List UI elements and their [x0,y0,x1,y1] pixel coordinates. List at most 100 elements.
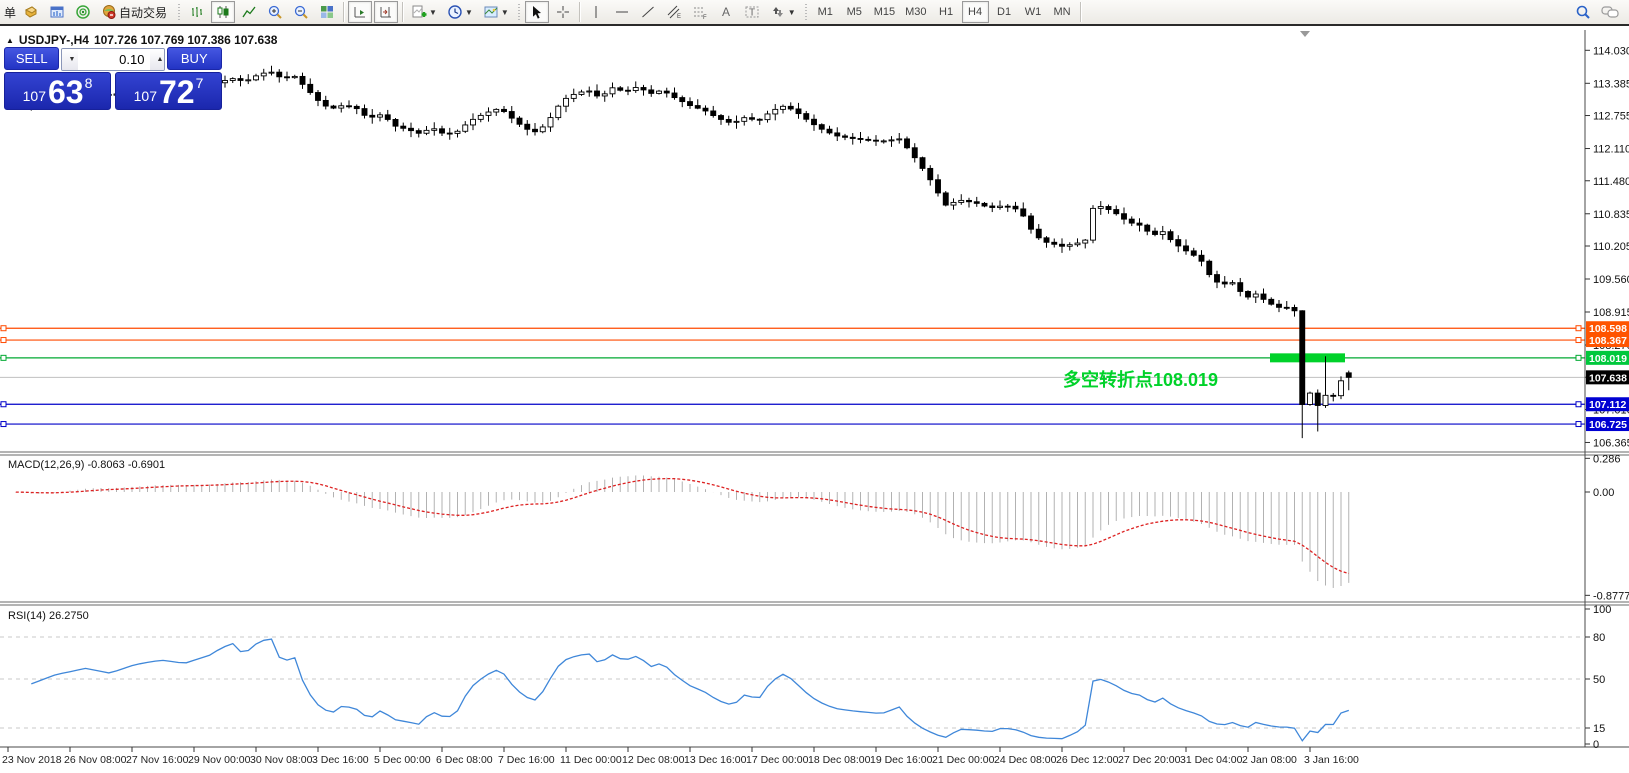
line-handle[interactable] [0,337,7,344]
price-badge: 107.638 [1586,370,1629,385]
line-handle[interactable] [1575,401,1582,408]
pivot-annotation-text: 多空转折点108.019 [1063,370,1219,390]
equidistant-channel-button[interactable]: E [662,1,686,23]
text-button[interactable]: A [714,1,738,23]
line-handle[interactable] [0,421,7,428]
collapse-panel-icon[interactable]: ▲ [6,36,14,45]
auto-scroll-button[interactable] [348,1,373,23]
fibonacci-button[interactable]: F [688,1,712,23]
order-box-icon[interactable] [19,1,43,23]
buy-price-prefix: 107 [133,88,157,104]
sell-price-prefix: 107 [22,88,46,104]
lot-increase-button[interactable]: ▲ [150,49,164,70]
crosshair-button[interactable] [551,1,575,23]
lot-size-input[interactable] [78,49,151,70]
dropdown-arrow-icon: ▼ [429,7,437,17]
buy-price-sup: 7 [195,75,204,91]
autotrading-icon [103,5,116,19]
timeframe-m15-button[interactable]: M15 [870,1,899,23]
svg-text:11 Dec 00:00: 11 Dec 00:00 [560,754,622,766]
chat-button[interactable] [1597,1,1623,23]
cursor-button[interactable] [524,1,549,23]
chart-canvas[interactable]: 114.030 113.385 112.755 112.110 111.480 110.8… [0,28,1629,773]
template-icon [484,6,498,18]
rsi-indicator-label: RSI(14) 26.2750 [8,610,89,622]
autotrading-label: 自动交易 [119,5,168,20]
timeframe-h1-button[interactable]: H1 [933,1,960,23]
line-chart-button[interactable] [237,1,261,23]
new-order-button[interactable]: 单 [4,4,16,21]
line-handle[interactable] [0,401,7,408]
text-label-icon: T [745,6,759,19]
sell-button[interactable]: SELL [4,47,60,70]
lot-decrease-button[interactable]: ▼ [62,49,79,70]
zoom-out-button[interactable] [289,1,313,23]
horizontal-line-button[interactable] [610,1,634,23]
toolbar-separator [402,2,404,22]
line-handle[interactable] [1575,337,1582,344]
tile-windows-button[interactable] [315,1,339,23]
templates-button[interactable]: ▼ [479,1,513,23]
main-toolbar: 单 自动交易 ▼ ▼ ▼ E F A T ▼ M1 M5 M15 M30 H1 … [0,0,1629,26]
macd-signal-line [15,477,1349,575]
text-label-button[interactable]: T [740,1,764,23]
zoom-out-icon [294,5,308,19]
bar-chart-button[interactable] [185,1,209,23]
dropdown-arrow-icon: ▼ [787,7,796,17]
svg-text:27 Nov 16:00: 27 Nov 16:00 [126,754,189,766]
periods-button[interactable]: ▼ [443,1,477,23]
sell-price-button[interactable]: 107 63 8 [4,72,111,110]
svg-text:15: 15 [1593,723,1605,735]
autotrading-button[interactable]: 自动交易 [97,1,173,23]
chart-shift-marker[interactable] [1300,31,1310,37]
svg-text:F: F [703,15,707,20]
buy-button[interactable]: BUY [166,47,222,70]
line-handle[interactable] [0,325,7,332]
svg-text:6 Dec 08:00: 6 Dec 08:00 [436,754,493,766]
chart-window: 114.030 113.385 112.755 112.110 111.480 110.8… [0,28,1629,773]
macd-axis: 0.286 0.00 -0.8777 [1585,453,1629,602]
bar-chart-icon [192,7,203,17]
timeframe-h4-button[interactable]: H4 [961,1,989,23]
trendline-button[interactable] [636,1,660,23]
dropdown-arrow-icon: ▼ [500,7,509,17]
chart-window-button[interactable] [45,1,69,23]
line-handle[interactable] [1575,325,1582,332]
zoom-in-button[interactable] [263,1,287,23]
timeframe-m30-button[interactable]: M30 [901,1,930,23]
timeframe-w1-button[interactable]: W1 [1020,1,1047,23]
buy-price-button[interactable]: 107 72 7 [115,72,222,110]
lot-spinner: ▼ ▲ [61,48,165,71]
one-click-trading-panel: SELL ▼ ▲ BUY 107 63 8 107 72 7 [4,47,222,110]
macd-indicator-label: MACD(12,26,9) -0.8063 -0.6901 [8,459,166,471]
svg-text:27 Dec 20:00: 27 Dec 20:00 [1118,754,1181,766]
chart-shift-button[interactable] [374,1,399,23]
line-handle[interactable] [1575,354,1582,361]
candlestick-chart-button[interactable] [211,1,236,23]
svg-text:0.286: 0.286 [1593,453,1621,465]
equidistant-channel-icon: E [667,5,681,20]
line-handle[interactable] [1575,421,1582,428]
crosshair-icon [556,6,569,18]
timeframe-d1-button[interactable]: D1 [991,1,1018,23]
chart-title: ▲ USDJPY-,H4 107.726 107.769 107.386 107… [6,33,277,47]
vertical-line-button[interactable] [584,1,608,23]
line-handle[interactable] [0,354,7,361]
search-button[interactable] [1571,1,1595,23]
svg-text:12 Dec 08:00: 12 Dec 08:00 [622,754,685,766]
trendline-icon [641,6,654,18]
svg-text:114.030: 114.030 [1593,45,1629,57]
rsi-pane [0,636,1585,742]
timeframe-mn-button[interactable]: MN [1049,1,1076,23]
svg-text:0: 0 [1593,739,1599,751]
auto-scroll-icon [354,7,366,18]
indicators-button[interactable]: ▼ [407,1,441,23]
timeframe-m5-button[interactable]: M5 [841,1,868,23]
price-badge: 108.019 [1586,350,1629,365]
svg-text:107.112: 107.112 [1589,399,1627,411]
arrows-button[interactable]: ▼ [766,1,800,23]
timeframe-m1-button[interactable]: M1 [812,1,839,23]
svg-text:112.755: 112.755 [1593,111,1629,123]
svg-text:108.915: 108.915 [1593,307,1629,319]
broadcast-button[interactable] [71,1,95,23]
